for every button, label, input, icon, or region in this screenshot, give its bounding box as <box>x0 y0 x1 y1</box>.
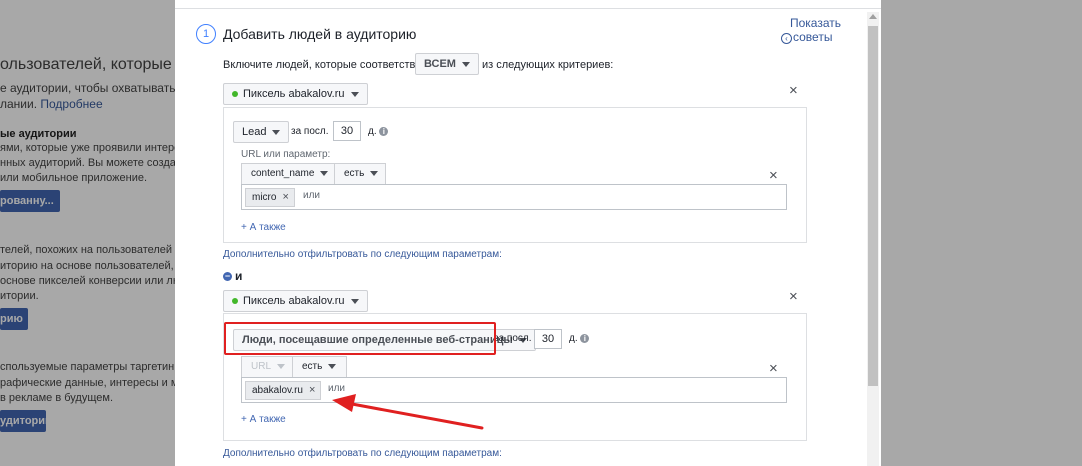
param-label: URL или параметр: <box>241 149 331 160</box>
chevron-down-icon <box>320 170 329 176</box>
show-tips-link[interactable]: Показать ‹ советы <box>781 16 841 44</box>
event-dropdown[interactable]: Lead <box>233 121 290 143</box>
pixel-source-dropdown[interactable]: Пиксель abakalov.ru <box>223 83 368 105</box>
close-icon[interactable]: × <box>769 168 778 183</box>
chevron-down-icon <box>277 363 286 369</box>
or-placeholder: или <box>303 190 321 201</box>
chevron-down-icon <box>461 61 470 67</box>
rule-box: Lead за посл. 30 д. i URL или параметр: … <box>223 107 807 243</box>
remove-token-icon[interactable]: × <box>282 191 288 203</box>
add-also-link[interactable]: + А также <box>241 222 286 233</box>
param-selector[interactable]: content_name есть <box>241 163 386 184</box>
criteria-suffix: из следующих критериев: <box>482 59 614 71</box>
chevron-down-icon <box>350 91 359 97</box>
info-icon[interactable]: i <box>379 127 389 136</box>
chevron-down-icon <box>370 170 379 176</box>
days-input[interactable]: 30 <box>534 329 562 349</box>
chevron-left-circle-icon: ‹ <box>781 33 792 44</box>
extra-filter-link[interactable]: Дополнительно отфильтровать по следующим… <box>223 448 502 459</box>
info-icon[interactable]: i <box>580 334 590 343</box>
days-unit: д. i <box>569 333 590 344</box>
days-input[interactable]: 30 <box>333 121 361 141</box>
remove-token-icon[interactable]: × <box>309 384 315 396</box>
pixel-source-dropdown[interactable]: Пиксель abakalov.ru <box>223 290 368 312</box>
days-unit: д. i <box>368 126 389 137</box>
annotation-highlight-box <box>224 322 496 355</box>
param-name-dropdown[interactable]: URL <box>242 357 295 377</box>
in-last-label: за посл. <box>494 333 532 344</box>
operator-dropdown[interactable]: есть <box>334 164 394 184</box>
param-selector[interactable]: URL есть <box>241 356 347 377</box>
extra-filter-link[interactable]: Дополнительно отфильтровать по следующим… <box>223 249 502 260</box>
step-title: Добавить людей в аудиторию <box>223 26 417 42</box>
in-last-label: за посл. <box>291 126 329 137</box>
step-number: 1 <box>196 24 216 44</box>
url-token-input[interactable]: abakalov.ru × или <box>241 377 787 403</box>
close-icon[interactable]: × <box>789 83 798 98</box>
dialog-scroll-thumb[interactable] <box>868 26 878 386</box>
dialog-scrollbar[interactable] <box>867 12 879 466</box>
chevron-down-icon <box>350 298 359 304</box>
create-audience-dialog: 1 Добавить людей в аудиторию Показать ‹ с… <box>175 0 881 466</box>
token: micro × <box>245 188 295 207</box>
and-separator: − и <box>223 269 243 283</box>
status-dot <box>232 298 238 305</box>
scroll-up-icon[interactable] <box>869 14 877 19</box>
dialog-divider <box>175 8 881 9</box>
chevron-down-icon <box>272 129 281 135</box>
add-also-link[interactable]: + А также <box>241 414 286 425</box>
minus-circle-icon[interactable]: − <box>223 272 232 282</box>
token: abakalov.ru × <box>245 381 322 400</box>
chevron-down-icon <box>328 363 337 369</box>
criteria-prefix: Включите людей, которые соответствуют <box>223 59 434 71</box>
param-name-dropdown[interactable]: content_name <box>242 164 334 184</box>
close-icon[interactable]: × <box>789 289 798 304</box>
url-token-input[interactable]: micro × или <box>241 184 787 210</box>
close-icon[interactable]: × <box>769 361 778 376</box>
operator-dropdown[interactable]: есть <box>292 357 354 377</box>
status-dot <box>232 91 238 98</box>
or-placeholder: или <box>328 383 346 394</box>
match-all-dropdown[interactable]: ВСЕМ <box>415 53 479 75</box>
